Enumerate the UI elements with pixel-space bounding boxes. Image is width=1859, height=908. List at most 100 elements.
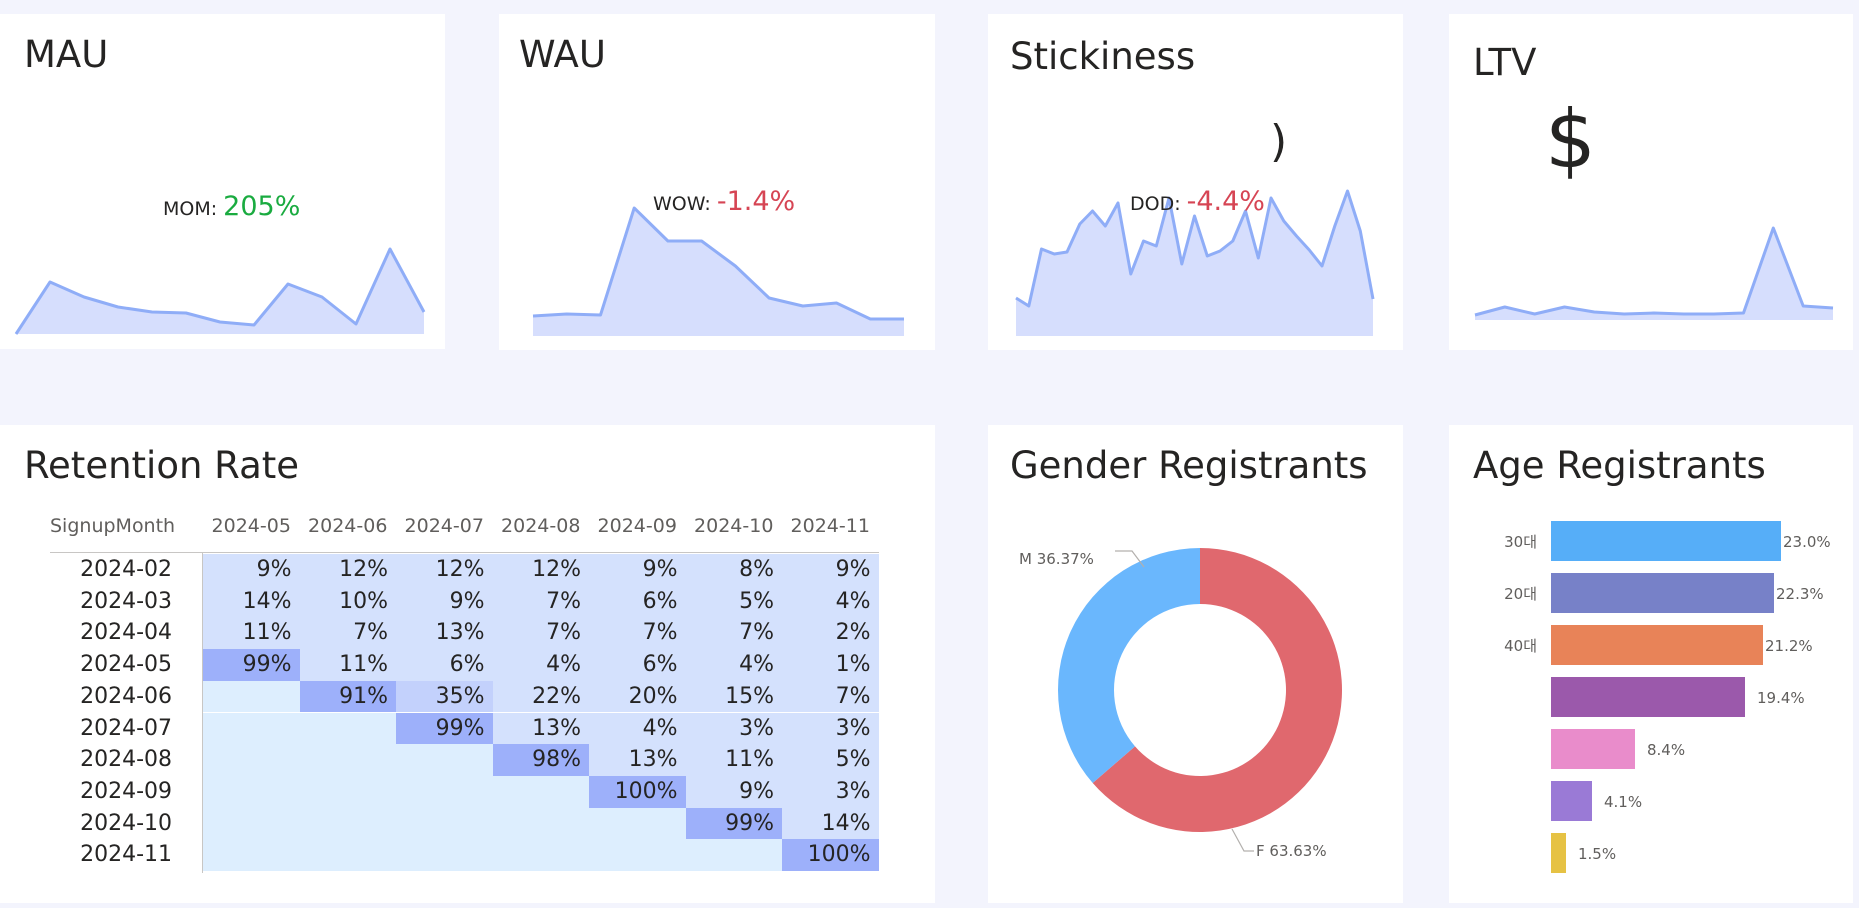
gender-slice-m[interactable]: [1058, 548, 1200, 784]
wau-change-label: WOW:: [653, 193, 711, 215]
retention-cell: 14%: [782, 807, 879, 840]
retention-cell: [203, 839, 300, 871]
retention-cell: 7%: [589, 617, 686, 650]
retention-cell: 6%: [589, 649, 686, 681]
mau-card[interactable]: MAU MOM: 205%: [0, 14, 445, 349]
wau-card[interactable]: WAU WOW: -1.4%: [499, 14, 935, 350]
retention-cell: 8%: [685, 554, 782, 586]
retention-cell: [492, 839, 589, 871]
retention-cell: 3%: [782, 712, 879, 745]
retention-row-label: 2024-05: [80, 652, 172, 678]
age-bar[interactable]: [1551, 833, 1566, 873]
mau-sparkline: [14, 247, 426, 335]
gender-label-m: M 36.37%: [1019, 550, 1094, 568]
retention-cell: 3%: [685, 712, 782, 745]
retention-cell: 5%: [782, 744, 879, 776]
stickiness-clipped-glyph: ): [1270, 116, 1288, 167]
retention-cell: 12%: [396, 554, 493, 586]
retention-column-header: 2024-07: [404, 515, 484, 537]
ltv-sparkline: [1474, 226, 1834, 320]
retention-cell: 15%: [685, 680, 782, 713]
retention-header-divider: [50, 552, 879, 553]
retention-cell: 7%: [492, 617, 589, 650]
retention-cell: 4%: [685, 649, 782, 681]
age-bar[interactable]: [1551, 625, 1763, 665]
retention-title: Retention Rate: [24, 444, 300, 487]
retention-cell: 99%: [396, 712, 493, 745]
retention-column-header: 2024-05: [211, 515, 291, 537]
retention-cell: 9%: [396, 585, 493, 618]
retention-row-label: 2024-09: [80, 778, 172, 804]
retention-cell: 99%: [685, 807, 782, 840]
retention-column-header: 2024-09: [597, 515, 677, 537]
age-bar-value: 4.1%: [1604, 793, 1643, 811]
retention-cell: [396, 807, 493, 840]
retention-cell: 98%: [492, 744, 589, 776]
age-bar-chart: 30대 23.0% 20대 22.3% 40대 21.2% 19.4% 8.4% 4.1% 1.5…: [1449, 425, 1853, 903]
retention-row-label: 2024-03: [80, 588, 172, 614]
retention-cell: [492, 775, 589, 808]
retention-cell: [299, 807, 396, 840]
age-bar-value: 1.5%: [1578, 845, 1617, 863]
retention-cell: 9%: [685, 775, 782, 808]
age-bar[interactable]: [1551, 521, 1781, 561]
retention-cell: 91%: [299, 680, 396, 713]
retention-cell: 6%: [589, 585, 686, 618]
stickiness-sparkline: [1015, 189, 1375, 336]
retention-row-label: 2024-08: [80, 747, 172, 773]
retention-column-header: 2024-06: [308, 515, 388, 537]
stickiness-change: DOD: -4.4%: [1130, 186, 1265, 217]
retention-cell: 6%: [396, 649, 493, 681]
retention-cell: [299, 775, 396, 808]
retention-cell: [396, 775, 493, 808]
retention-cell: 13%: [492, 712, 589, 745]
retention-cell: [299, 744, 396, 776]
ltv-card[interactable]: LTV $: [1449, 14, 1853, 350]
retention-cell: 13%: [396, 617, 493, 650]
stickiness-change-value: -4.4%: [1186, 186, 1265, 217]
retention-cell: 11%: [299, 649, 396, 681]
age-bar-value: 8.4%: [1647, 741, 1686, 759]
gender-label-f: F 63.63%: [1256, 842, 1327, 860]
retention-cell: 9%: [203, 554, 300, 586]
gender-card[interactable]: Gender Registrants M 36.37% F 63.63%: [988, 425, 1403, 903]
mau-change-label: MOM:: [163, 198, 218, 220]
retention-cell: 9%: [589, 554, 686, 586]
retention-cell: [685, 839, 782, 871]
gender-donut-chart: [1058, 548, 1342, 852]
retention-cell: 7%: [782, 680, 879, 713]
age-category-label: 40대: [1504, 637, 1537, 655]
retention-row-label: 2024-06: [80, 683, 172, 709]
mau-change-value: 205%: [223, 191, 301, 222]
age-bar[interactable]: [1551, 729, 1635, 769]
retention-row-label: 2024-11: [80, 842, 172, 868]
retention-cell: [203, 712, 300, 745]
retention-card[interactable]: Retention Rate SignupMonth 2024-05 2024-06…: [0, 425, 935, 903]
retention-cell: 10%: [299, 585, 396, 618]
age-category-label: 30대: [1504, 533, 1537, 551]
retention-cell: [589, 807, 686, 840]
retention-cell: 35%: [396, 680, 493, 713]
stickiness-card[interactable]: Stickiness ) DOD: -4.4%: [988, 14, 1403, 350]
retention-cell: [589, 839, 686, 871]
age-bar[interactable]: [1551, 781, 1592, 821]
wau-sparkline: [532, 206, 904, 336]
age-bar-value: 23.0%: [1783, 533, 1831, 551]
retention-row-label: 2024-07: [80, 715, 172, 741]
retention-cell: 5%: [685, 585, 782, 618]
age-card[interactable]: Age Registrants 30대 23.0% 20대 22.3% 40대 21.2%…: [1449, 425, 1853, 903]
retention-cell: 3%: [782, 775, 879, 808]
retention-cell: [396, 839, 493, 871]
retention-cell: [203, 775, 300, 808]
age-bar[interactable]: [1551, 677, 1745, 717]
retention-cell: [299, 712, 396, 745]
retention-column-header: 2024-08: [501, 515, 581, 537]
age-bar[interactable]: [1551, 573, 1774, 613]
retention-cell: 100%: [782, 839, 879, 871]
age-bar-value: 22.3%: [1776, 585, 1824, 603]
retention-cell: 20%: [589, 680, 686, 713]
retention-row-label: 2024-10: [80, 810, 172, 836]
retention-cell: 4%: [589, 712, 686, 745]
wau-area: [533, 208, 904, 336]
retention-cell: 11%: [685, 744, 782, 776]
